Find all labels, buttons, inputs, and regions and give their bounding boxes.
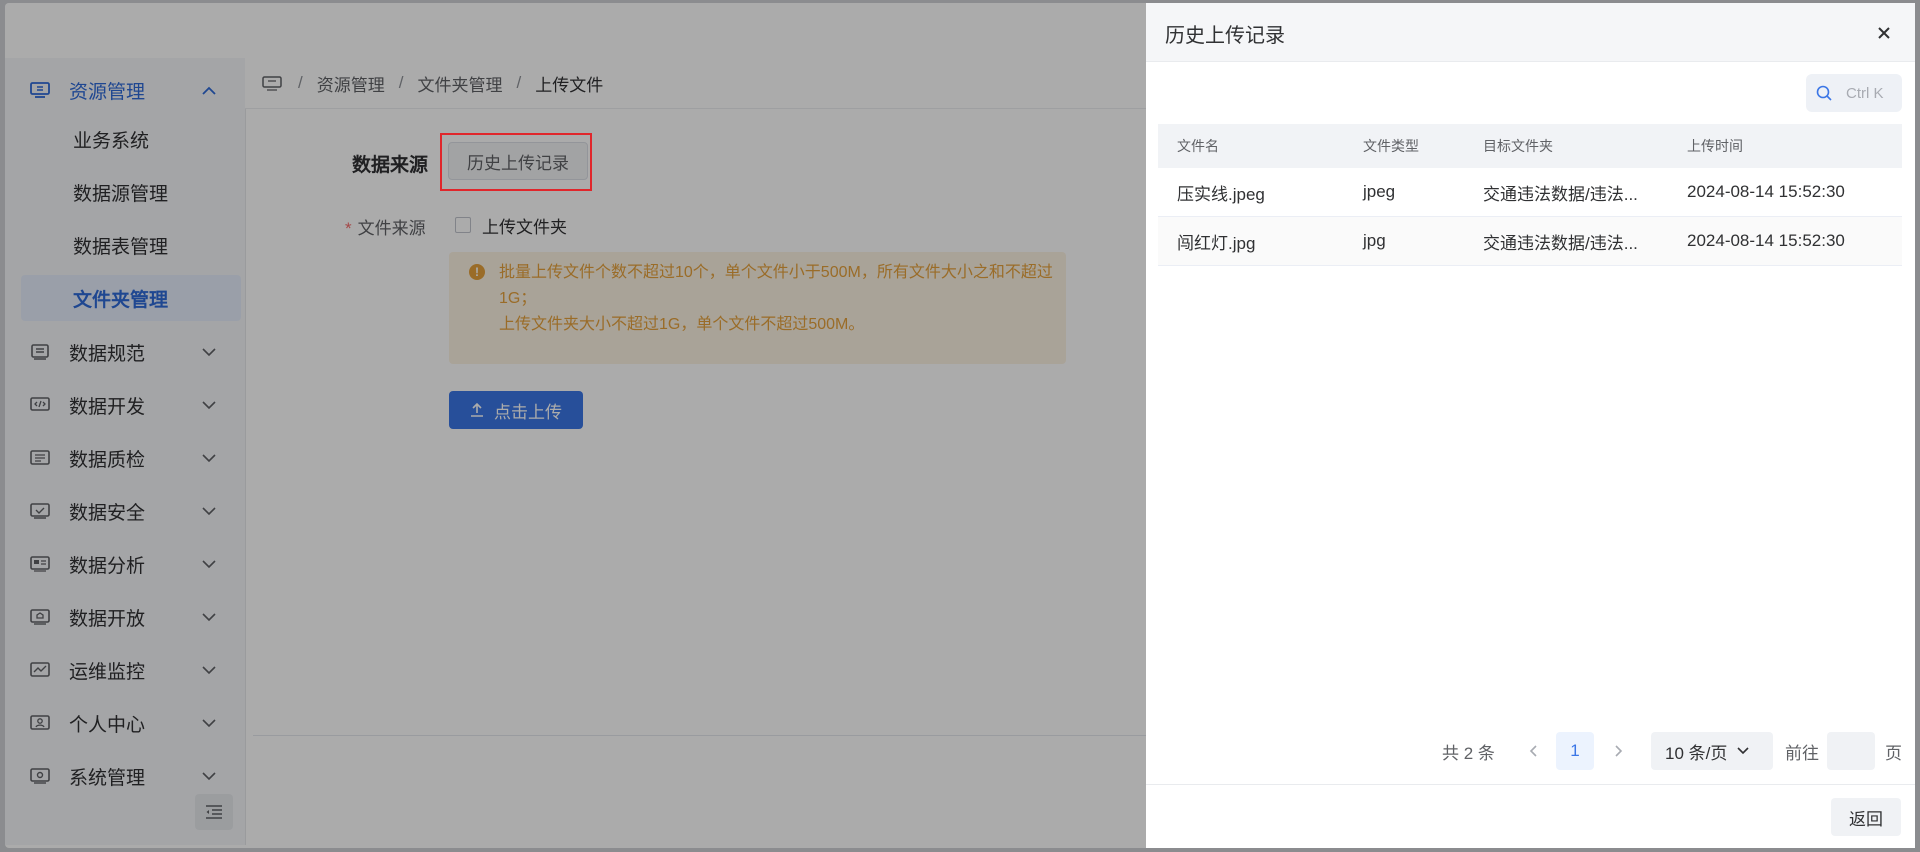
goto-label: 前往 — [1785, 743, 1819, 763]
column-header-filetype: 文件类型 — [1363, 138, 1419, 154]
table-header: 文件名 文件类型 目标文件夹 上传时间 — [1158, 124, 1902, 168]
search-shortcut: Ctrl K — [1846, 84, 1884, 102]
prev-page-button[interactable] — [1518, 732, 1548, 770]
cell-filetype: jpeg — [1363, 182, 1396, 201]
column-header-filename: 文件名 — [1177, 138, 1219, 154]
history-drawer: 历史上传记录 Ctrl K 文件名 文件类型 目标文件夹 上传时间 压实线.jp… — [1146, 3, 1915, 848]
drawer-header: 历史上传记录 — [1146, 3, 1915, 62]
close-icon[interactable] — [1874, 23, 1894, 43]
drawer-footer-divider — [1146, 784, 1915, 785]
cell-filename: 闯红灯.jpg — [1177, 233, 1256, 253]
cell-filename: 压实线.jpeg — [1177, 184, 1265, 204]
column-header-upload-time: 上传时间 — [1687, 138, 1743, 154]
search-button[interactable]: Ctrl K — [1806, 74, 1902, 112]
next-page-button[interactable] — [1604, 732, 1634, 770]
cell-target-folder: 交通违法数据/违法... — [1483, 233, 1638, 253]
column-header-target-folder: 目标文件夹 — [1483, 138, 1553, 154]
goto-page-input[interactable] — [1827, 732, 1875, 770]
table-row[interactable]: 压实线.jpeg jpeg 交通违法数据/违法... 2024-08-14 15… — [1158, 168, 1902, 217]
table-row[interactable]: 闯红灯.jpg jpg 交通违法数据/违法... 2024-08-14 15:5… — [1158, 217, 1902, 266]
search-icon — [1816, 85, 1832, 101]
chevron-right-icon — [1615, 745, 1623, 757]
history-table: 文件名 文件类型 目标文件夹 上传时间 压实线.jpeg jpeg 交通违法数据… — [1158, 124, 1902, 266]
cell-filetype: jpg — [1363, 231, 1386, 250]
chevron-down-icon — [1737, 747, 1749, 755]
pagination-total: 共 2 条 — [1442, 743, 1495, 763]
page-size-value: 10 条/页 — [1665, 743, 1728, 763]
back-button[interactable]: 返回 — [1831, 798, 1901, 836]
page-size-select[interactable]: 10 条/页 — [1651, 732, 1773, 770]
chevron-left-icon — [1529, 745, 1537, 757]
cell-upload-time: 2024-08-14 15:52:30 — [1687, 231, 1845, 250]
page-number-current[interactable]: 1 — [1556, 732, 1594, 770]
page-suffix-label: 页 — [1885, 743, 1902, 763]
highlight-box — [440, 133, 592, 191]
cell-upload-time: 2024-08-14 15:52:30 — [1687, 182, 1845, 201]
cell-target-folder: 交通违法数据/违法... — [1483, 184, 1638, 204]
drawer-title: 历史上传记录 — [1165, 25, 1285, 47]
